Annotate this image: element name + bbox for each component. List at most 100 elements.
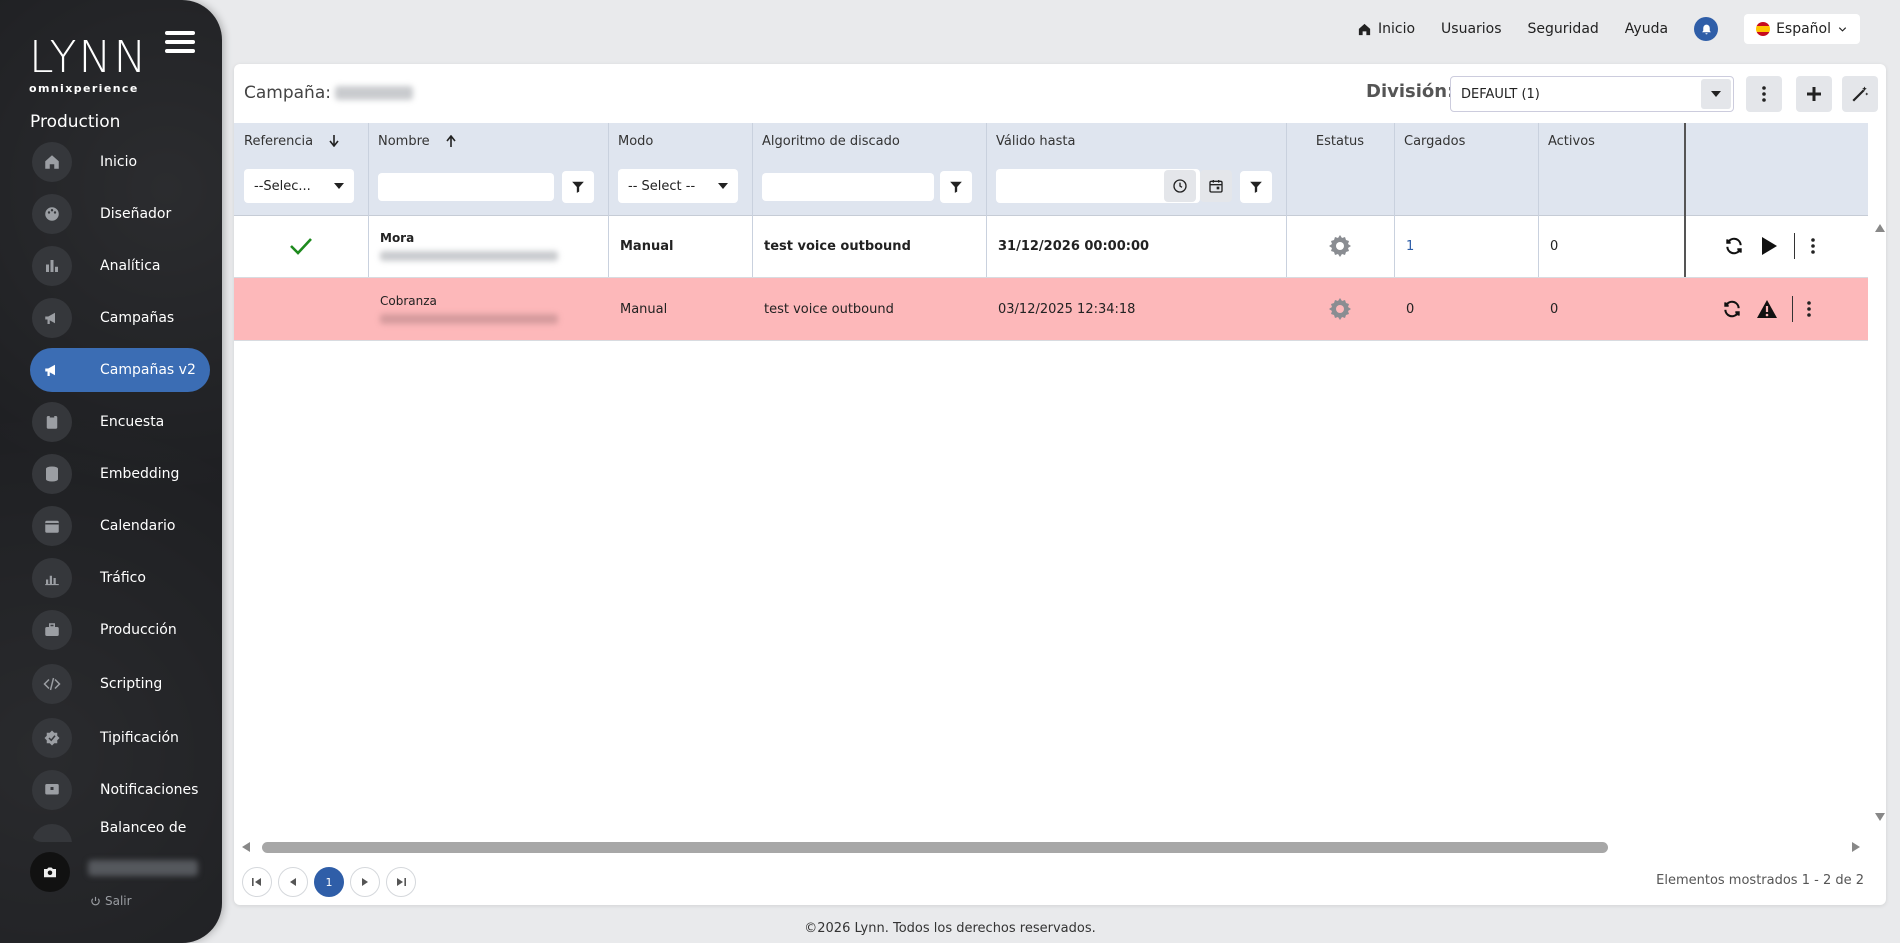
referencia-cell <box>234 215 368 277</box>
sidebar-item-label: Encuesta <box>100 414 165 430</box>
last-page-button[interactable] <box>386 867 416 897</box>
nombre-filter-input[interactable] <box>378 173 554 201</box>
col-header-modo[interactable]: Modo <box>608 123 752 159</box>
col-header-nombre[interactable]: Nombre <box>368 123 608 159</box>
badge-check-icon <box>32 718 72 758</box>
sidebar-item-embedding[interactable]: Embedding <box>30 452 210 496</box>
magic-wand-button[interactable] <box>1842 76 1878 112</box>
megaphone-icon <box>32 350 72 390</box>
gear-icon[interactable] <box>1328 297 1352 321</box>
play-icon[interactable] <box>1760 236 1778 256</box>
nombre-filter-button[interactable] <box>562 171 594 203</box>
referencia-filter-select[interactable]: --Selec... <box>244 169 354 203</box>
horizontal-scrollbar[interactable] <box>242 840 1878 854</box>
scroll-up-arrow-icon[interactable] <box>1875 224 1885 232</box>
sidebar-item-campanas[interactable]: Campañas <box>30 296 210 340</box>
col-header-cargados[interactable]: Cargados <box>1394 123 1538 159</box>
refresh-icon[interactable] <box>1722 299 1742 319</box>
sidebar-item-calendario[interactable]: Calendario <box>30 504 210 548</box>
top-link-inicio[interactable]: Inicio <box>1357 21 1415 37</box>
sidebar-item-trafico[interactable]: Tráfico <box>30 556 210 600</box>
hamburger-menu-icon[interactable] <box>165 31 195 57</box>
sidebar-item-label: Campañas v2 <box>100 362 196 378</box>
division-label: División: <box>1366 81 1455 102</box>
more-options-button[interactable] <box>1746 76 1782 112</box>
add-campaign-button[interactable] <box>1796 76 1832 112</box>
kebab-icon[interactable] <box>1807 301 1811 317</box>
logout-link[interactable]: Salir <box>90 894 132 908</box>
filter-icon <box>572 181 584 193</box>
caret-down-icon <box>718 183 728 189</box>
table-row[interactable]: Mora Manual test voice outbound 31/12/20… <box>234 215 1868 278</box>
scroll-left-arrow-icon[interactable] <box>242 842 250 852</box>
sidebar-item-campanas-v2[interactable]: Campañas v2 <box>30 348 210 392</box>
sidebar-item-label: Scripting <box>100 676 163 692</box>
division-select[interactable]: DEFAULT (1) <box>1450 76 1734 112</box>
valido-filter-button[interactable] <box>1240 171 1272 203</box>
sidebar-item-label: Embedding <box>100 466 180 482</box>
sort-down-arrow-icon <box>329 135 339 147</box>
sidebar-item-disenador[interactable]: Diseñador <box>30 192 210 236</box>
nombre-cell: Cobranza <box>368 278 608 340</box>
top-link-usuarios[interactable]: Usuarios <box>1441 21 1502 37</box>
sidebar: LYNN omnixperience Production Inicio Dis… <box>0 0 222 943</box>
column-label: Referencia <box>244 133 314 149</box>
next-page-button[interactable] <box>350 867 380 897</box>
prev-page-button[interactable] <box>278 867 308 897</box>
sidebar-item-produccion[interactable]: Producción <box>30 608 210 652</box>
warning-icon[interactable] <box>1756 299 1778 319</box>
sidebar-item-encuesta[interactable]: Encuesta <box>30 400 210 444</box>
algoritmo-filter-button[interactable] <box>940 171 972 203</box>
table-row[interactable]: Cobranza Manual test voice outbound 03/1… <box>234 278 1868 341</box>
magic-wand-icon <box>1852 86 1869 102</box>
user-name-redacted <box>88 860 198 876</box>
page-number-button[interactable]: 1 <box>314 867 344 897</box>
refresh-icon[interactable] <box>1724 236 1744 256</box>
modo-filter-select[interactable]: -- Select -- <box>618 169 738 203</box>
filter-row: --Selec... -- Select -- <box>234 159 1868 216</box>
bell-icon[interactable] <box>1694 17 1719 41</box>
algoritmo-filter-input[interactable] <box>762 173 934 201</box>
col-header-referencia[interactable]: Referencia <box>234 123 368 159</box>
valido-cell: 31/12/2026 00:00:00 <box>998 238 1150 254</box>
last-page-icon <box>397 878 406 886</box>
scroll-right-arrow-icon[interactable] <box>1852 842 1860 852</box>
sidebar-item-label: Inicio <box>100 154 138 170</box>
campaign-label: Campaña: <box>244 83 331 103</box>
sidebar-item-scripting[interactable]: Scripting <box>30 662 210 706</box>
col-header-algoritmo[interactable]: Algoritmo de discado <box>752 123 986 159</box>
sidebar-item-tipificacion[interactable]: Tipificación <box>30 716 210 760</box>
sidebar-item-inicio[interactable]: Inicio <box>30 140 210 184</box>
cargados-cell[interactable]: 1 <box>1394 215 1538 277</box>
sidebar-item-analitica[interactable]: Analítica <box>30 244 210 288</box>
pagination: 1 <box>242 867 416 897</box>
next-page-icon <box>362 878 368 886</box>
caret-down-icon <box>1701 79 1731 109</box>
col-header-activos[interactable]: Activos <box>1538 123 1684 159</box>
camera-avatar-icon[interactable] <box>30 852 70 892</box>
scrollbar-thumb[interactable] <box>262 842 1608 853</box>
row-actions <box>1686 278 1868 340</box>
scroll-down-arrow-icon[interactable] <box>1875 813 1885 821</box>
sidebar-item-notificaciones[interactable]: Notificaciones <box>30 768 210 812</box>
column-label: Nombre <box>378 133 430 149</box>
calendar-icon <box>1209 180 1223 193</box>
top-link-ayuda[interactable]: Ayuda <box>1625 21 1668 37</box>
col-header-estatus[interactable]: Estatus <box>1286 123 1394 159</box>
kebab-icon[interactable] <box>1811 238 1815 254</box>
sidebar-item-label: Campañas <box>100 310 175 326</box>
top-link-seguridad[interactable]: Seguridad <box>1528 21 1599 37</box>
sidebar-item-balanceo[interactable]: Balanceo de <box>30 818 210 842</box>
language-selector[interactable]: Español <box>1744 14 1860 44</box>
activos-cell: 0 <box>1550 238 1559 254</box>
time-picker-button[interactable] <box>1164 170 1196 202</box>
campaign-id-redacted <box>380 251 558 261</box>
notification-icon <box>32 770 72 810</box>
cargados-cell[interactable]: 0 <box>1394 278 1538 340</box>
col-header-valido-hasta[interactable]: Válido hasta <box>986 123 1286 159</box>
top-bar: Inicio Usuarios Seguridad Ayuda Español <box>1357 14 1860 44</box>
first-page-button[interactable] <box>242 867 272 897</box>
gear-icon[interactable] <box>1328 234 1352 258</box>
date-picker-button[interactable] <box>1200 170 1232 202</box>
campaign-id-redacted <box>380 314 558 324</box>
